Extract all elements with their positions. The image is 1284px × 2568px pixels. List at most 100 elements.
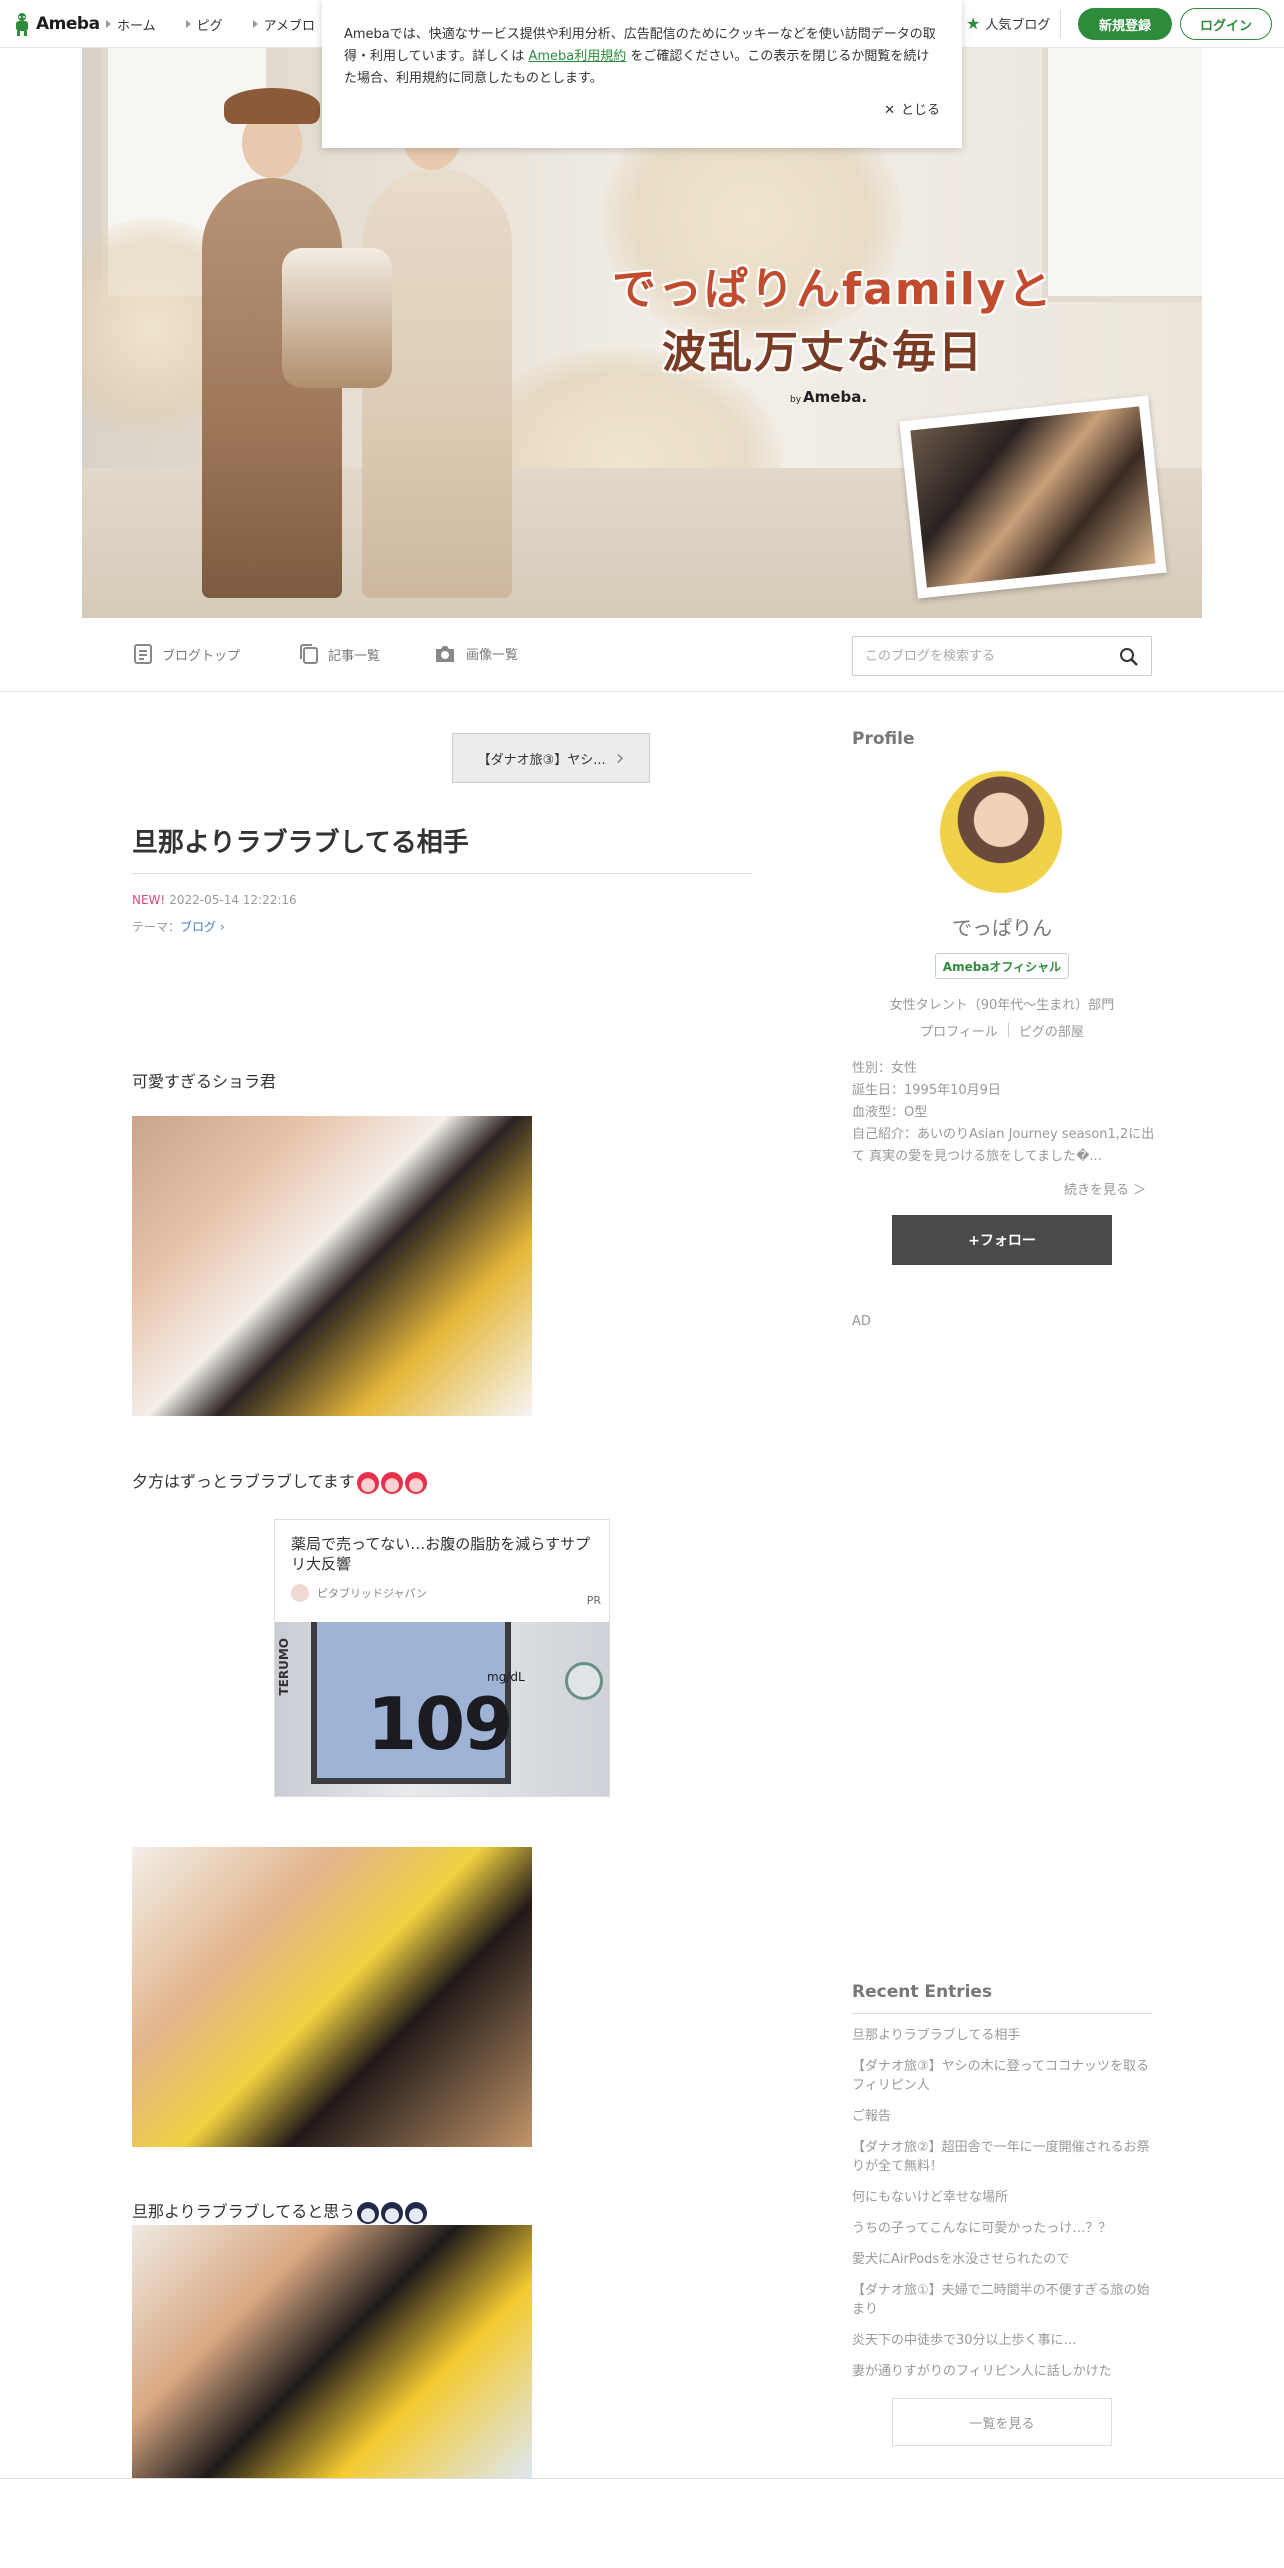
- article-paragraph: 旦那よりラブラブしてると思う: [132, 2198, 428, 2224]
- avatar[interactable]: [940, 771, 1062, 893]
- camera-icon: [436, 645, 454, 662]
- popular-blogs-link[interactable]: ★ 人気ブログ: [966, 14, 1050, 33]
- meter-screen: mg/dL 109: [311, 1622, 525, 1784]
- prev-entry-label: 【ダナオ旅③】ヤシ...: [477, 752, 606, 768]
- profile-info: 性別：女性 誕生日：1995年10月9日 血液型：O型 自己紹介：あいのりAsi…: [852, 1058, 1156, 1168]
- banner-title-line1: でっぱりんfamilyと: [612, 264, 1054, 315]
- profile-gender: 性別：女性: [852, 1061, 918, 1076]
- profile-birthday: 誕生日：1995年10月9日: [852, 1083, 1001, 1098]
- profile-links: プロフィール ピグの部屋: [852, 1021, 1152, 1040]
- login-button[interactable]: ログイン: [1180, 8, 1272, 40]
- global-nav: ホーム ピグ アメブロ: [106, 0, 315, 48]
- article-image[interactable]: [132, 1116, 532, 1416]
- popular-blogs-label: 人気ブログ: [985, 18, 1051, 33]
- list-item[interactable]: 【ダナオ旅②】超田舎で一年に一度開催されるお祭りが全て無料！: [852, 2138, 1152, 2176]
- read-more-link[interactable]: 続きを見る ＞: [1064, 1179, 1146, 1198]
- terms-link[interactable]: Ameba利用規約: [528, 49, 626, 64]
- cookie-close-label: とじる: [900, 103, 940, 118]
- ameba-logo-icon: [16, 13, 28, 36]
- image-list-link[interactable]: 画像一覧: [434, 644, 518, 663]
- theme-label: テーマ：: [132, 920, 181, 934]
- emoji-face-icon: [357, 2201, 380, 2224]
- banner-window-right: [1042, 48, 1202, 302]
- cookie-consent-banner: Amebaでは、快適なサービス提供や利用分析、広告配信のためにクッキーなどを使い…: [322, 0, 962, 148]
- entry-list-label: 記事一覧: [328, 648, 381, 664]
- blog-top-link[interactable]: ブログトップ: [134, 644, 240, 664]
- blog-subnav: ブログトップ 記事一覧 画像一覧: [0, 618, 1284, 692]
- theme-link-label: ブログ: [180, 920, 217, 934]
- copy-icon: [300, 644, 318, 664]
- banner-dog-photo: [899, 395, 1167, 599]
- banner-by: by: [790, 395, 802, 405]
- meter-brand: TERUMO: [277, 1638, 291, 1696]
- nav-pigg[interactable]: ピグ: [185, 15, 223, 34]
- heart-eyes-emoji-icon: [380, 1471, 403, 1494]
- nav-home[interactable]: ホーム: [106, 15, 156, 34]
- crown-star-icon: ★: [966, 14, 981, 33]
- prev-entry-button[interactable]: 【ダナオ旅③】ヤシ... ›: [452, 733, 650, 783]
- baby-bundle: [282, 248, 392, 388]
- pr-label: PR: [586, 1594, 601, 1607]
- article-meta: NEW! 2022-05-14 12:22:16: [132, 893, 297, 907]
- profile-link[interactable]: プロフィール: [920, 1021, 998, 1040]
- list-item[interactable]: 【ダナオ旅③】ヤシの木に登ってココナッツを取るフィリピン人: [852, 2057, 1152, 2095]
- close-icon: ✕: [884, 103, 895, 118]
- banner-person-man: [202, 178, 342, 598]
- in-article-ad[interactable]: 薬局で売ってない…お腹の脂肪を減らすサプリ大反響 ピタブリッドジャパン PR T…: [274, 1519, 610, 1797]
- list-item[interactable]: 旦那よりラブラブしてる相手: [852, 2026, 1152, 2045]
- ad-source: ピタブリッドジャパン: [291, 1584, 427, 1602]
- cookie-text: Amebaでは、快適なサービス提供や利用分析、広告配信のためにクッキーなどを使い…: [344, 24, 940, 90]
- article-paragraph: 可愛すぎるショラ君: [132, 1072, 277, 1091]
- list-item[interactable]: 何にもないけど幸せな場所: [852, 2188, 1152, 2207]
- cookie-close-button[interactable]: ✕ とじる: [884, 100, 940, 122]
- register-button[interactable]: 新規登録: [1078, 8, 1172, 40]
- nav-home-label: ホーム: [117, 18, 156, 34]
- profile-heading: Profile: [852, 729, 915, 749]
- article-title: 旦那よりラブラブしてる相手: [132, 828, 469, 858]
- list-item[interactable]: ご報告: [852, 2107, 1152, 2126]
- banner-title-line2: 波乱万丈な毎日: [662, 327, 984, 378]
- emoji-face-icon: [381, 2201, 404, 2224]
- footer-divider: [0, 2478, 1284, 2479]
- title-divider: [132, 873, 752, 874]
- profile-blood-type: 血液型：O型: [852, 1105, 928, 1120]
- banner-ameba: Ameba.: [803, 388, 868, 406]
- paragraph-text: 旦那よりラブラブしてると思う: [132, 2202, 356, 2221]
- profile-intro: 自己紹介：あいのりAsian Journey season1,2に出て 真実の愛…: [852, 1127, 1155, 1164]
- list-item[interactable]: 炎天下の中徒歩で30分以上歩く事に…: [852, 2331, 1152, 2350]
- image-list-label: 画像一覧: [466, 648, 519, 663]
- emoji-face-icon: [405, 2201, 428, 2224]
- triangle-icon: [185, 20, 191, 28]
- blog-search-input[interactable]: [853, 637, 1093, 675]
- article-image[interactable]: [132, 1847, 532, 2147]
- nav-ameblo[interactable]: アメブロ: [252, 15, 315, 34]
- ameba-logo-text: Ameba: [36, 14, 100, 34]
- entry-list-link[interactable]: 記事一覧: [300, 644, 380, 664]
- ameba-logo[interactable]: Ameba: [12, 11, 100, 37]
- ad-label: AD: [852, 1314, 871, 1329]
- blog-search-box: [852, 636, 1152, 676]
- list-item[interactable]: 愛犬にAirPodsを水没させられたので: [852, 2250, 1152, 2269]
- pigg-room-link[interactable]: ピグの部屋: [1019, 1021, 1084, 1040]
- advertiser-logo-icon: [291, 1584, 309, 1602]
- banner-by-ameba: by Ameba.: [790, 388, 867, 406]
- article-image[interactable]: [132, 2225, 532, 2478]
- official-badge: Amebaオフィシャル: [935, 953, 1069, 979]
- recent-entries-list: 旦那よりラブラブしてる相手 【ダナオ旅③】ヤシの木に登ってココナッツを取るフィリ…: [852, 2026, 1152, 2393]
- paragraph-text: 夕方はずっとラブラブしてます: [132, 1472, 355, 1491]
- follow-button[interactable]: +フォロー: [892, 1215, 1112, 1265]
- profile-category[interactable]: 女性タレント（90年代～生まれ）部門: [852, 994, 1152, 1013]
- profile-name[interactable]: でっぱりん: [852, 912, 1152, 941]
- theme-link[interactable]: ブログ ›: [180, 920, 225, 934]
- list-item[interactable]: 妻が通りすがりのフィリピン人に話しかけた: [852, 2362, 1152, 2381]
- search-icon[interactable]: [1119, 647, 1139, 667]
- list-item[interactable]: 【ダナオ旅①】夫婦で二時間半の不便すぎる旅の始まり: [852, 2281, 1152, 2319]
- view-all-entries-button[interactable]: 一覧を見る: [892, 2398, 1112, 2446]
- dog-photo-image: [910, 406, 1156, 588]
- link-divider: [1007, 1023, 1009, 1037]
- blog-top-label: ブログトップ: [162, 648, 241, 664]
- list-item[interactable]: うちの子ってこんなに可愛かったっけ…？？: [852, 2219, 1152, 2238]
- heart-eyes-emoji-icon: [404, 1471, 427, 1494]
- recent-divider: [852, 2013, 1152, 2014]
- document-icon: [134, 644, 152, 664]
